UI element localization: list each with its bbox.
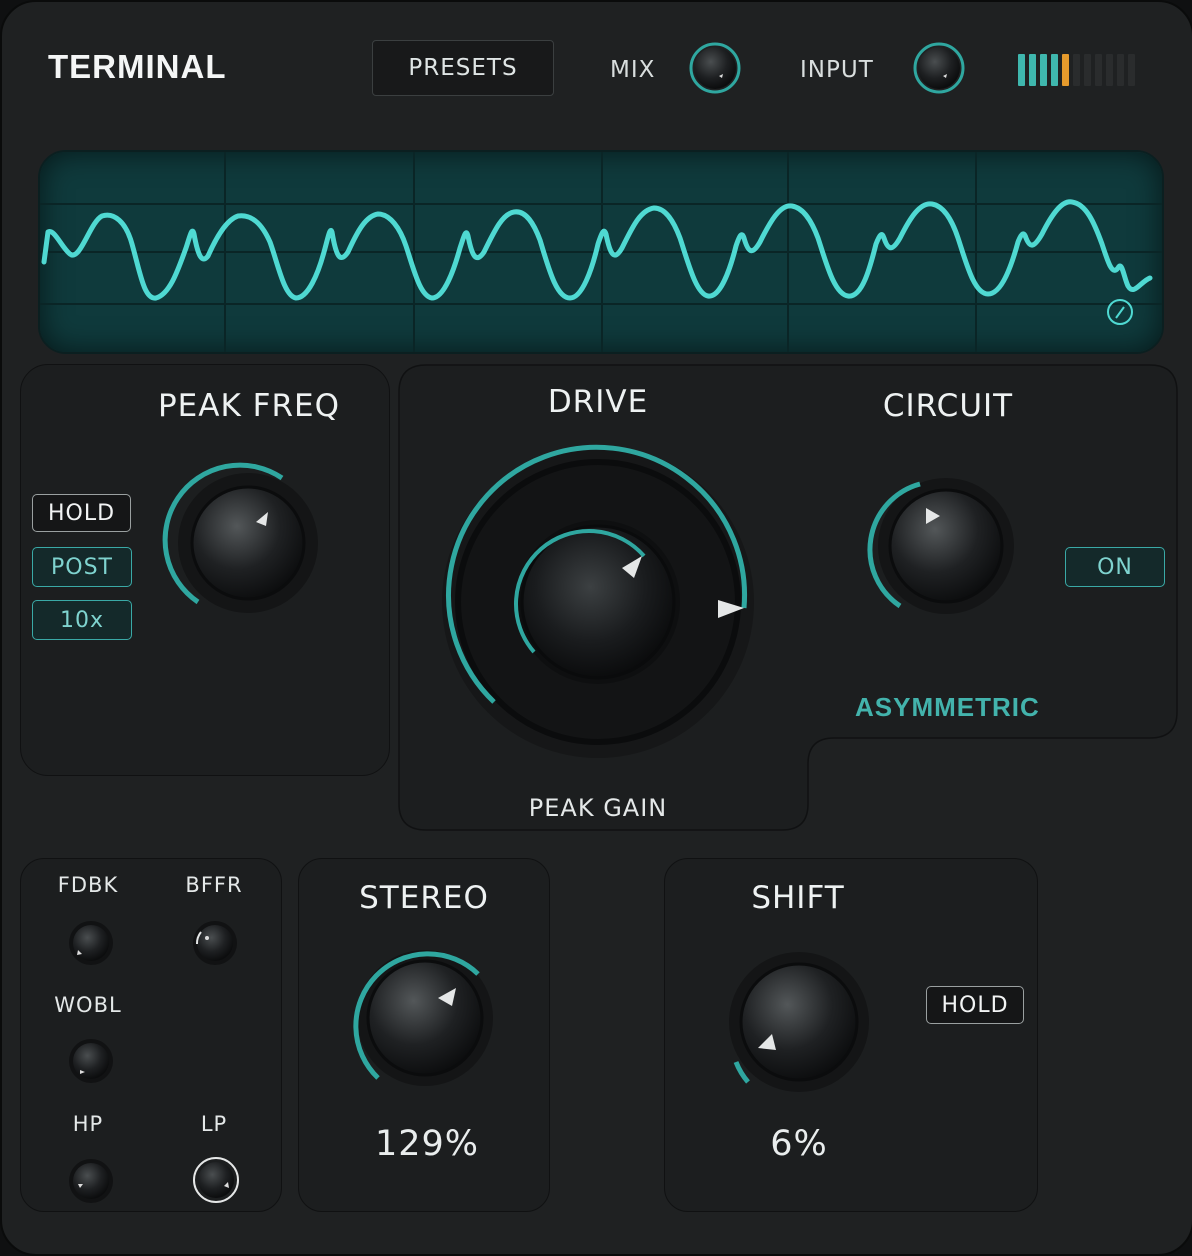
circuit-knob[interactable]: [867, 476, 1022, 616]
meter-segment: [1073, 54, 1080, 86]
waveform-line: [41, 199, 1153, 301]
presets-button[interactable]: PRESETS: [372, 40, 554, 96]
level-meter: [1018, 54, 1135, 86]
waveform-scope: [38, 150, 1164, 354]
shift-hold-button[interactable]: HOLD: [926, 986, 1024, 1024]
fdbk-knob[interactable]: [68, 920, 114, 966]
wobl-label: WOBL: [54, 993, 122, 1017]
meter-segment: [1040, 54, 1047, 86]
peak-freq-title: PEAK FREQ: [157, 388, 341, 424]
shift-value: 6%: [770, 1124, 828, 1164]
meter-segment: [1128, 54, 1135, 86]
lp-knob[interactable]: [192, 1156, 240, 1204]
hp-label: HP: [72, 1112, 104, 1136]
peak-freq-knob[interactable]: [162, 462, 324, 614]
plugin-window: TERMINAL PRESETS MIX INPUT PEAK FREQ HOL…: [0, 0, 1192, 1256]
meter-segment: [1084, 54, 1091, 86]
bffr-label: BFFR: [185, 873, 243, 897]
shift-knob[interactable]: [724, 950, 874, 1092]
tenx-button[interactable]: 10x: [32, 600, 132, 640]
post-button[interactable]: POST: [32, 547, 132, 587]
drive-knob[interactable]: [438, 442, 758, 762]
meter-segment: [1051, 54, 1058, 86]
drive-title: DRIVE: [547, 384, 649, 420]
peak-gain-label: PEAK GAIN: [528, 794, 668, 822]
stereo-value: 129%: [374, 1124, 480, 1164]
input-knob[interactable]: [912, 42, 966, 94]
meter-segment: [1117, 54, 1124, 86]
fdbk-label: FDBK: [57, 873, 119, 897]
wobl-knob[interactable]: [68, 1038, 114, 1084]
input-label: INPUT: [800, 57, 874, 83]
meter-segment: [1106, 54, 1113, 86]
waveform-display: [40, 152, 1162, 352]
plugin-logo: TERMINAL: [48, 48, 227, 85]
circuit-title: CIRCUIT: [882, 388, 1014, 424]
circuit-mode-label: ASYMMETRIC: [855, 692, 1040, 722]
hp-knob[interactable]: [68, 1158, 114, 1204]
bffr-knob[interactable]: [192, 920, 238, 966]
mix-knob[interactable]: [688, 42, 742, 94]
stereo-knob[interactable]: [348, 948, 502, 1086]
mini-controls-panel: [20, 858, 282, 1212]
shift-title: SHIFT: [751, 880, 845, 916]
meter-segment: [1095, 54, 1102, 86]
circuit-on-button[interactable]: ON: [1065, 547, 1165, 587]
lp-label: LP: [200, 1112, 228, 1136]
stereo-title: STEREO: [359, 880, 489, 916]
mix-label: MIX: [610, 57, 656, 83]
meter-segment: [1018, 54, 1025, 86]
peak-hold-button[interactable]: HOLD: [32, 494, 131, 532]
meter-segment: [1062, 54, 1069, 86]
meter-segment: [1029, 54, 1036, 86]
